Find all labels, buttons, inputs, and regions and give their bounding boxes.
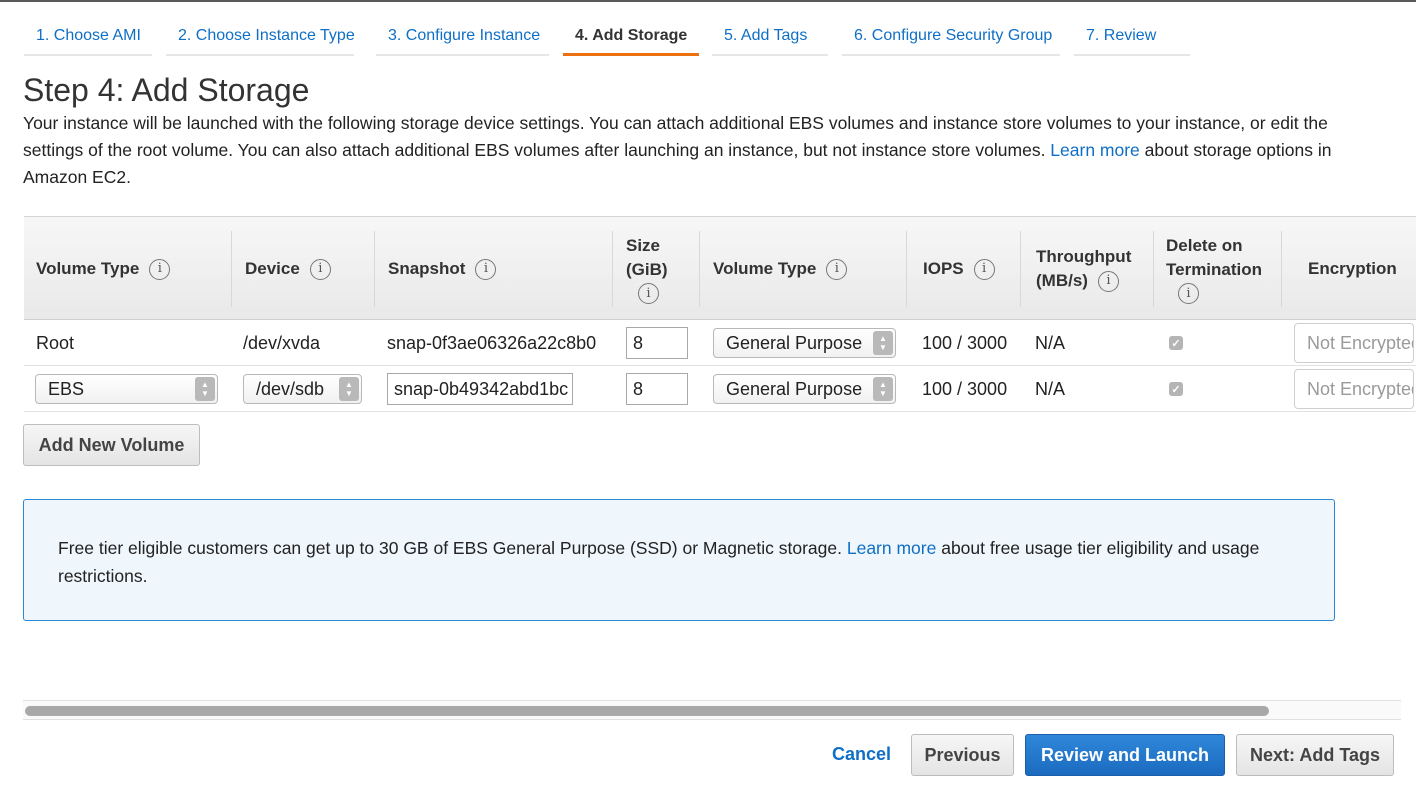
header-label: Volume Type bbox=[36, 259, 140, 278]
col-encryption: Encryption bbox=[1296, 217, 1416, 321]
cancel-link[interactable]: Cancel bbox=[832, 744, 891, 765]
header-label: Device bbox=[245, 259, 300, 278]
tab-configure-security-group[interactable]: 6. Configure Security Group bbox=[842, 20, 1060, 56]
header-label: Delete on bbox=[1166, 236, 1243, 255]
checkmark-icon: ✓ bbox=[1171, 337, 1181, 350]
snapshot-input[interactable]: snap-0b49342abd1bc bbox=[387, 373, 573, 405]
tab-add-tags[interactable]: 5. Add Tags bbox=[712, 20, 828, 56]
next-add-tags-button[interactable]: Next: Add Tags bbox=[1236, 734, 1394, 776]
up-down-arrows-icon: ▲ ▼ bbox=[195, 377, 215, 401]
encryption-select[interactable]: Not Encrypted bbox=[1294, 323, 1414, 363]
table-row: EBS ▲ ▼ /dev/sdb ▲ ▼ snap-0b49342abd1bc 8 Ge… bbox=[24, 366, 1416, 412]
free-tier-notice: Free tier eligible customers can get up … bbox=[23, 499, 1335, 621]
iops-value: 100 / 3000 bbox=[922, 378, 1008, 399]
column-divider bbox=[906, 231, 907, 307]
info-icon[interactable]: i bbox=[1097, 270, 1119, 292]
learn-more-link[interactable]: Learn more bbox=[1050, 140, 1140, 160]
column-divider bbox=[1020, 231, 1021, 307]
header-label: (MB/s) bbox=[1036, 271, 1088, 290]
col-size: Size (GiB) i bbox=[614, 217, 700, 321]
size-input[interactable]: 8 bbox=[626, 327, 688, 359]
select-value: General Purpose bbox=[726, 332, 863, 353]
select-value: General Purpose bbox=[726, 378, 863, 399]
throughput-value: N/A bbox=[1035, 378, 1066, 399]
column-divider bbox=[612, 231, 613, 307]
notice-text-start: Free tier eligible customers can get up … bbox=[58, 538, 847, 558]
throughput-value: N/A bbox=[1035, 332, 1066, 353]
top-border bbox=[0, 0, 1416, 2]
header-label: Snapshot bbox=[388, 259, 466, 278]
column-divider bbox=[1281, 231, 1282, 307]
table-header: Volume Type i Device i Snapshot i Size (GiB)… bbox=[24, 216, 1416, 320]
col-volume-type: Volume Type i bbox=[24, 217, 232, 321]
notice-text: Free tier eligible customers can get up … bbox=[58, 534, 1298, 590]
header-label: Termination bbox=[1166, 260, 1263, 279]
device-value: /dev/xvda bbox=[243, 332, 321, 353]
learn-more-link[interactable]: Learn more bbox=[847, 538, 937, 558]
info-icon[interactable]: i bbox=[149, 258, 171, 280]
volume-type-value: Root bbox=[36, 332, 75, 353]
info-icon[interactable]: i bbox=[1178, 283, 1199, 304]
page-title: Step 4: Add Storage bbox=[23, 72, 310, 108]
volume-type-select[interactable]: General Purpose ▲ ▼ bbox=[713, 328, 896, 358]
header-label: (GiB) bbox=[626, 260, 668, 279]
delete-on-termination-checkbox[interactable]: ✓ bbox=[1169, 382, 1183, 396]
storage-table: Volume Type i Device i Snapshot i Size (GiB)… bbox=[24, 216, 1416, 414]
encryption-select[interactable]: Not Encrypted bbox=[1294, 369, 1414, 409]
col-device: Device i bbox=[233, 217, 375, 321]
select-value: EBS bbox=[48, 378, 85, 399]
snapshot-value: snap-0f3ae06326a22c8b0 bbox=[387, 332, 597, 353]
info-icon[interactable]: i bbox=[973, 258, 995, 280]
up-down-arrows-icon: ▲ ▼ bbox=[873, 377, 893, 401]
column-divider bbox=[699, 231, 700, 307]
volume-type-select[interactable]: EBS ▲ ▼ bbox=[35, 374, 218, 404]
header-label: Encryption bbox=[1308, 259, 1397, 278]
scrollbar-thumb[interactable] bbox=[25, 706, 1269, 716]
tab-review[interactable]: 7. Review bbox=[1074, 20, 1190, 56]
header-label: IOPS bbox=[923, 259, 964, 278]
select-value: /dev/sdb bbox=[256, 378, 325, 399]
info-icon[interactable]: i bbox=[638, 283, 659, 304]
col-iops: IOPS i bbox=[911, 217, 1021, 321]
up-down-arrows-icon: ▲ ▼ bbox=[873, 331, 893, 355]
checkmark-icon: ✓ bbox=[1171, 383, 1181, 396]
info-icon[interactable]: i bbox=[475, 258, 497, 280]
up-down-arrows-icon: ▲ ▼ bbox=[339, 377, 359, 401]
previous-button[interactable]: Previous bbox=[911, 734, 1014, 776]
col-throughput: Throughput (MB/s) i bbox=[1024, 217, 1154, 321]
tab-choose-instance-type[interactable]: 2. Choose Instance Type bbox=[166, 20, 355, 56]
add-new-volume-button[interactable]: Add New Volume bbox=[23, 424, 200, 466]
device-select[interactable]: /dev/sdb ▲ ▼ bbox=[243, 374, 362, 404]
col-snapshot: Snapshot i bbox=[376, 217, 613, 321]
table-row: Root /dev/xvda snap-0f3ae06326a22c8b0 8 … bbox=[24, 320, 1416, 366]
size-input[interactable]: 8 bbox=[626, 373, 688, 405]
info-icon[interactable]: i bbox=[309, 258, 331, 280]
col-volume-type-2: Volume Type i bbox=[701, 217, 907, 321]
page-description: Your instance will be launched with the … bbox=[23, 110, 1353, 191]
review-and-launch-button[interactable]: Review and Launch bbox=[1025, 734, 1225, 776]
header-label: Volume Type bbox=[713, 259, 817, 278]
info-icon[interactable]: i bbox=[826, 258, 848, 280]
column-divider bbox=[231, 231, 232, 307]
tab-choose-ami[interactable]: 1. Choose AMI bbox=[24, 20, 152, 56]
iops-value: 100 / 3000 bbox=[922, 332, 1008, 353]
horizontal-scrollbar[interactable] bbox=[23, 700, 1401, 720]
header-label: Throughput bbox=[1036, 247, 1132, 266]
delete-on-termination-checkbox[interactable]: ✓ bbox=[1169, 336, 1183, 350]
header-label: Size bbox=[626, 236, 661, 255]
col-delete-on-termination: Delete on Termination i bbox=[1154, 217, 1282, 321]
column-divider bbox=[374, 231, 375, 307]
tab-add-storage[interactable]: 4. Add Storage bbox=[563, 20, 699, 56]
tab-configure-instance[interactable]: 3. Configure Instance bbox=[376, 20, 549, 56]
volume-type-select[interactable]: General Purpose ▲ ▼ bbox=[713, 374, 896, 404]
